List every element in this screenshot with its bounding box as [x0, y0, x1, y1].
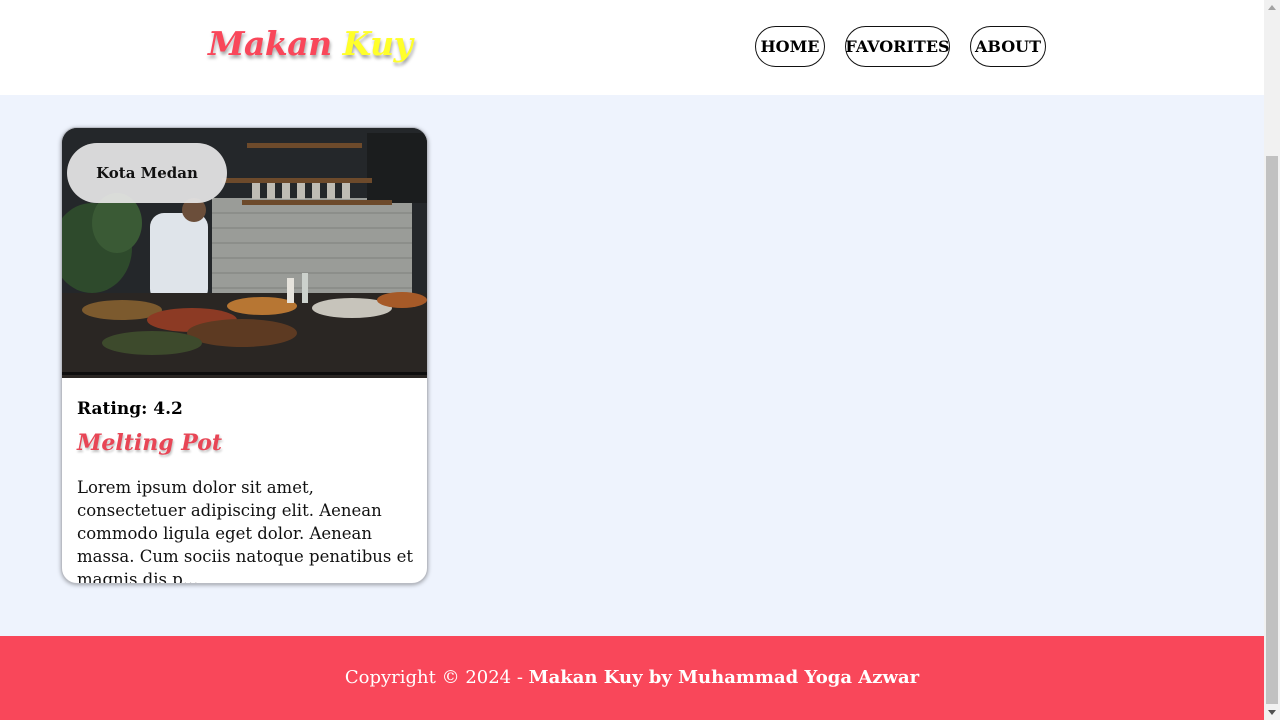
page: Makan Kuy HOME FAVORITES ABOUT Kota Meda… — [0, 0, 1264, 720]
city-badge: Kota Medan — [67, 143, 227, 203]
app-header: Makan Kuy HOME FAVORITES ABOUT — [0, 0, 1264, 95]
restaurant-image: Kota Medan — [62, 128, 427, 378]
scroll-thumb[interactable] — [1266, 156, 1278, 704]
nav-home-link[interactable]: HOME — [755, 26, 825, 67]
brand-text-kuy: Kuy — [342, 24, 413, 63]
restaurant-rating: Rating: 4.2 — [77, 399, 183, 419]
page-scrollbar[interactable] — [1264, 0, 1280, 720]
brand-text-makan: Makan — [208, 24, 332, 63]
brand-logo[interactable]: Makan Kuy — [208, 24, 413, 63]
nav-about-link[interactable]: ABOUT — [970, 26, 1046, 67]
scroll-down-arrow-icon[interactable] — [1268, 710, 1276, 715]
app-footer: Copyright © 2024 - Makan Kuy by Muhammad… — [0, 636, 1264, 720]
footer-copyright: Copyright © 2024 - — [344, 666, 529, 688]
restaurant-description: Lorem ipsum dolor sit amet, consectetuer… — [77, 478, 414, 584]
nav-favorites-link[interactable]: FAVORITES — [845, 26, 950, 67]
scroll-up-arrow-icon[interactable] — [1268, 5, 1276, 10]
restaurant-name-link[interactable]: Melting Pot — [77, 430, 222, 456]
footer-credit: Makan Kuy by Muhammad Yoga Azwar — [528, 666, 920, 688]
restaurant-card[interactable]: Kota Medan Rating: 4.2 Melting Pot Lorem… — [61, 127, 428, 584]
